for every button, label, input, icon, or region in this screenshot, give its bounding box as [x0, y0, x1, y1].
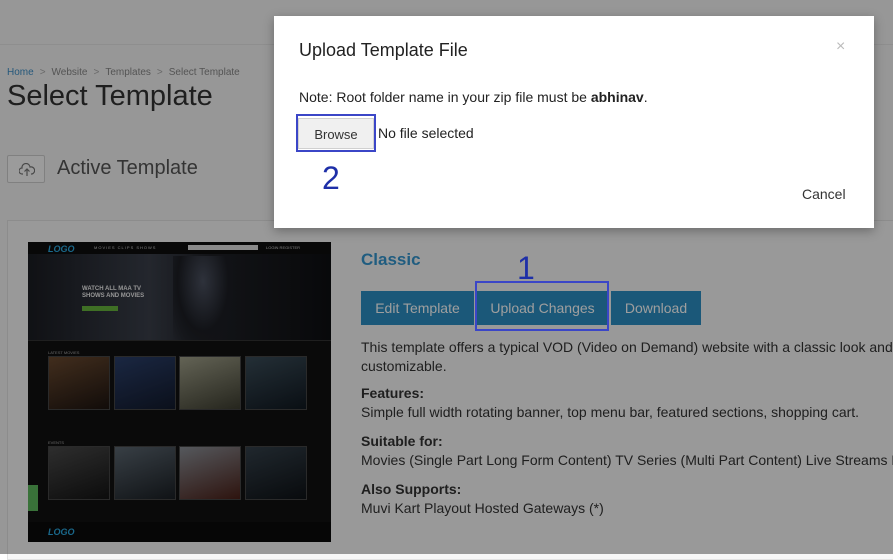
modal-title: Upload Template File	[299, 40, 468, 60]
root-folder-name: abhinav	[590, 89, 644, 105]
annotation-step-1: 1	[517, 250, 535, 286]
annotation-highlight-upload	[475, 281, 609, 331]
annotation-highlight-browse	[296, 114, 376, 152]
cancel-button[interactable]: Cancel	[802, 186, 846, 202]
close-icon[interactable]: ×	[836, 38, 845, 56]
modal-note: Note: Root folder name in your zip file …	[299, 89, 648, 105]
file-status: No file selected	[378, 125, 474, 141]
annotation-step-2: 2	[322, 160, 340, 196]
